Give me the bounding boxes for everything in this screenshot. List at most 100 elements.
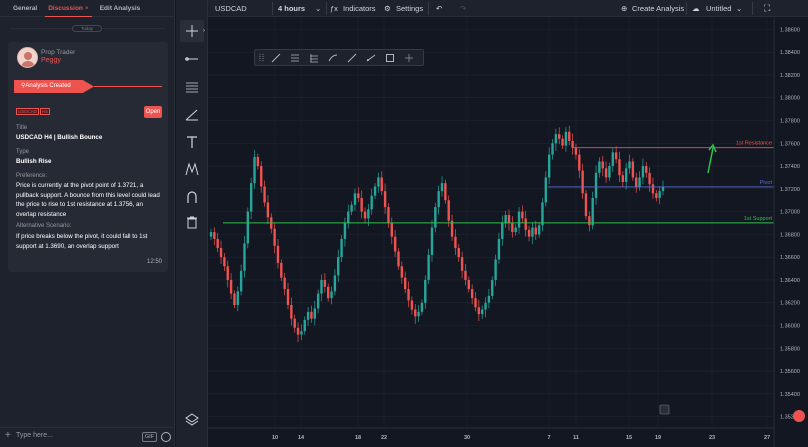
candle-body [484,302,487,310]
pencil-icon[interactable] [271,53,281,63]
candle-body [547,154,551,178]
candle-body [417,311,420,317]
drag-handle-icon[interactable] [257,53,267,63]
candle-body [544,177,548,203]
candle-body [233,293,236,305]
symbol-search[interactable]: USDCAD [215,0,247,17]
preference-text: Price is currently at the pivot point of… [16,182,160,218]
create-analysis-button[interactable]: Create Analysis [632,0,684,17]
candle-body [229,279,233,294]
tab-general[interactable]: General [10,0,40,17]
candle-body [517,211,521,228]
candle-body [367,209,370,219]
candle-body [568,131,571,141]
candle-body [481,309,484,315]
undo-icon[interactable]: ↶ [436,0,442,17]
candle-body [390,223,393,237]
candle-body [604,168,608,178]
open-button[interactable]: Open [144,106,162,118]
candle-body [260,166,263,187]
analysis-created-banner: ⚲Analysis Created [14,80,94,93]
gear-icon: ⚙ [384,4,391,13]
layout-name[interactable]: Untitled [706,0,731,17]
candle-body [209,232,213,237]
banner-line [94,86,162,87]
chevron-down-icon[interactable]: ⌄ [315,0,321,17]
fullscreen-icon[interactable]: ⛶ [764,0,770,17]
candle-body [571,141,574,148]
candle-body [437,191,440,208]
y-tick-label: 1.38200 [780,73,800,79]
layers-icon[interactable] [180,408,204,430]
indicators-button[interactable]: Indicators [343,0,376,17]
text-icon[interactable] [180,131,204,153]
candle-body [300,331,303,335]
screenshot-icon[interactable] [659,404,670,415]
candle-body [383,191,387,208]
drawing-toolbar: › [176,0,208,447]
chart-canvas[interactable]: 1st Resistance1.37561Pivot1.372171st Sup… [208,18,808,447]
tab-edit-analysis[interactable]: Edit Analysis [97,0,144,17]
tab-edit-analysis-label: Edit Analysis [99,4,141,12]
brush-icon[interactable] [180,103,204,125]
crosshair-icon[interactable] [404,53,414,63]
candle-body [534,227,537,235]
candle-body [584,193,588,217]
tab-general-label: General [13,4,38,12]
symbol-tag: USDCAD [16,108,40,115]
message-input-bar: + Type here... GIF [0,427,175,447]
candle-body [253,156,256,184]
magnet-icon[interactable] [180,186,204,208]
close-icon[interactable]: × [85,5,89,12]
chevron-down-icon[interactable]: ⌄ [736,0,742,17]
trend-line-icon[interactable] [180,48,204,70]
candle-body [303,319,306,332]
avatar[interactable] [17,47,38,68]
ray-icon[interactable] [366,53,376,63]
interval-select[interactable]: 4 hours [278,0,305,17]
candle-body [410,300,414,310]
candle-body [524,218,527,230]
candle-body [447,200,450,221]
y-tick-label: 1.37600 [780,141,800,147]
fib-retracement-icon[interactable] [180,76,204,98]
candle-body [614,152,618,160]
analysis-message-card: Prop Trader Peggy ⚲Analysis Created USDC… [8,42,168,272]
fib-icon[interactable] [290,53,300,63]
emoji-icon[interactable] [161,432,171,442]
message-time: 12:50 [146,259,162,265]
floating-draw-toolbar [254,49,424,66]
interval-tag: H4 [40,108,50,115]
y-tick-label: 1.35400 [780,392,800,398]
candle-body [491,279,494,296]
tab-discussion[interactable]: Discussion × [45,0,92,17]
candle-body [541,202,544,226]
line-icon[interactable] [347,53,357,63]
crosshair-icon[interactable] [180,20,204,42]
chevron-right-icon[interactable]: › [203,28,205,34]
x-tick-label: 14 [298,435,305,441]
candle-body [474,298,477,308]
author-role: Prop Trader [41,49,76,56]
message-input[interactable]: Type here... [16,432,53,439]
add-icon[interactable]: + [5,430,11,441]
discussion-panel: General Discussion × Edit Analysis Today … [0,0,175,447]
y-tick-label: 1.37800 [780,119,800,125]
price-chart[interactable]: 1st Resistance1.37561Pivot1.372171st Sup… [208,18,808,447]
rectangle-icon[interactable] [385,53,395,63]
brush-icon[interactable] [328,53,338,63]
gif-button[interactable]: GIF [142,432,157,442]
support-chat-icon[interactable] [793,410,805,422]
candle-body [658,191,661,198]
candle-body [414,309,417,317]
candle-body [316,293,320,309]
settings-button[interactable]: Settings [396,0,423,17]
candle-body [608,166,611,178]
redo-icon[interactable]: ↷ [460,0,466,17]
pattern-icon[interactable] [180,158,204,180]
fib-extension-icon[interactable] [309,53,319,63]
chart-topbar: USDCAD 4 hours ⌄ ƒx Indicators ⚙ Setting… [208,0,808,17]
alt-scenario-label: Alternative Scenario: [16,223,72,229]
trash-icon[interactable] [180,211,204,233]
author-name[interactable]: Peggy [41,57,61,64]
